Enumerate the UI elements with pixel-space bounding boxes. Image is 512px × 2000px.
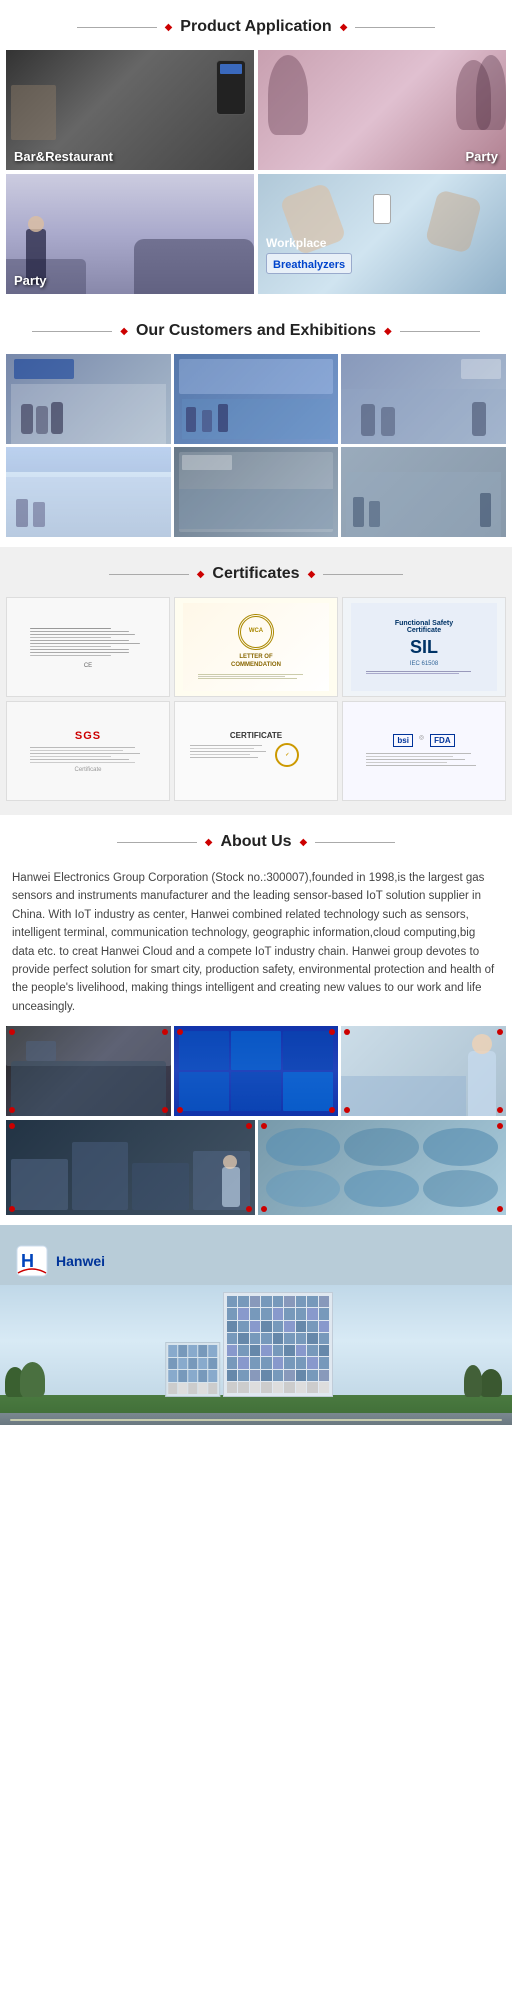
hanwei-logo-area: H Hanwei: [0, 1235, 512, 1285]
diamond-right: ◆: [384, 326, 392, 337]
factory-photo-2: [174, 1026, 339, 1116]
cert-seal-gold: WCA: [238, 614, 274, 650]
workplace-box: Workplace Breathalyzers: [266, 236, 352, 274]
customer-cell-2: [174, 354, 339, 444]
cert-cell-5: CERTIFICATE ✓: [174, 701, 338, 801]
header-line-right: [315, 842, 395, 843]
diamond-left: ◆: [120, 326, 128, 337]
customers-grid: [0, 354, 512, 547]
label-police: Party: [14, 273, 47, 288]
diamond-left: ◆: [165, 22, 173, 33]
customer-cell-5: [174, 447, 339, 537]
certificates-section: ◆ Certificates ◆ CE: [0, 547, 512, 815]
header-line-left: [32, 331, 112, 332]
svg-text:H: H: [21, 1251, 34, 1271]
photo-dot-bl: [261, 1206, 267, 1212]
diamond-right: ◆: [308, 569, 316, 580]
photo-dot-tl: [261, 1123, 267, 1129]
photo-dot-br: [246, 1206, 252, 1212]
cert-cell-1: CE: [6, 597, 170, 697]
cert-cell-3: Functional SafetyCertificate SIL IEC 615…: [342, 597, 506, 697]
section-title-product: Product Application: [180, 18, 331, 36]
diamond-right: ◆: [340, 22, 348, 33]
section-title-certs: Certificates: [212, 565, 299, 583]
about-section: ◆ About Us ◆ Hanwei Electronics Group Co…: [0, 815, 512, 1225]
hanwei-building-photo: [0, 1285, 512, 1425]
product-cell-party: Party: [258, 50, 506, 170]
product-application-section: ◆ Product Application ◆ Bar&Restaurant P…: [0, 0, 512, 304]
section-header-customers: ◆ Our Customers and Exhibitions ◆: [0, 304, 512, 354]
customer-cell-4: [6, 447, 171, 537]
cert-cell-6: bsi ◎ FDA: [342, 701, 506, 801]
factory-photo-5: [258, 1120, 507, 1215]
photo-dot-tl: [177, 1029, 183, 1035]
product-cell-bar: Bar&Restaurant: [6, 50, 254, 170]
customers-section: ◆ Our Customers and Exhibitions ◆: [0, 304, 512, 547]
factory-photo-1: [6, 1026, 171, 1116]
factory-grid-top: [0, 1026, 512, 1120]
label-party: Party: [465, 149, 498, 164]
hanwei-section: H Hanwei: [0, 1225, 512, 1425]
section-title-customers: Our Customers and Exhibitions: [136, 322, 376, 340]
header-line-left: [77, 27, 157, 28]
cert-cell-4: SGS Certificate: [6, 701, 170, 801]
customer-cell-1: [6, 354, 171, 444]
header-line-right: [355, 27, 435, 28]
factory-photo-4: [6, 1120, 255, 1215]
product-cell-police: Party: [6, 174, 254, 294]
about-text: Hanwei Electronics Group Corporation (St…: [0, 865, 512, 1026]
diamond-left: ◆: [205, 837, 213, 848]
customer-cell-3: [341, 354, 506, 444]
certs-grid-top: CE WCA LETTER OFCOMMENDATION Functional …: [0, 597, 512, 805]
section-header-certs: ◆ Certificates ◆: [0, 547, 512, 597]
label-workplace: Workplace: [266, 236, 352, 250]
product-cell-workplace: Workplace Breathalyzers: [258, 174, 506, 294]
factory-photo-3: [341, 1026, 506, 1116]
brand-label: Breathalyzers: [273, 259, 345, 271]
section-header-about: ◆ About Us ◆: [0, 815, 512, 865]
diamond-right: ◆: [300, 837, 308, 848]
hanwei-name-label: Hanwei: [56, 1253, 105, 1269]
product-grid: Bar&Restaurant Party Party: [0, 50, 512, 304]
hanwei-logo-icon: H: [16, 1245, 48, 1277]
diamond-left: ◆: [197, 569, 205, 580]
header-line-right: [400, 331, 480, 332]
header-line-left: [109, 574, 189, 575]
photo-dot-tr: [246, 1123, 252, 1129]
header-line-left: [117, 842, 197, 843]
section-title-about: About Us: [220, 833, 291, 851]
photo-dot-bl: [177, 1107, 183, 1113]
cert-cell-2: WCA LETTER OFCOMMENDATION: [174, 597, 338, 697]
header-line-right: [323, 574, 403, 575]
customer-cell-6: [341, 447, 506, 537]
brand-box: Breathalyzers: [266, 253, 352, 274]
factory-grid-bottom: [0, 1120, 512, 1225]
photo-dot-br: [162, 1107, 168, 1113]
label-bar: Bar&Restaurant: [14, 149, 113, 164]
section-header-product: ◆ Product Application ◆: [0, 0, 512, 50]
photo-dot-tr: [162, 1029, 168, 1035]
